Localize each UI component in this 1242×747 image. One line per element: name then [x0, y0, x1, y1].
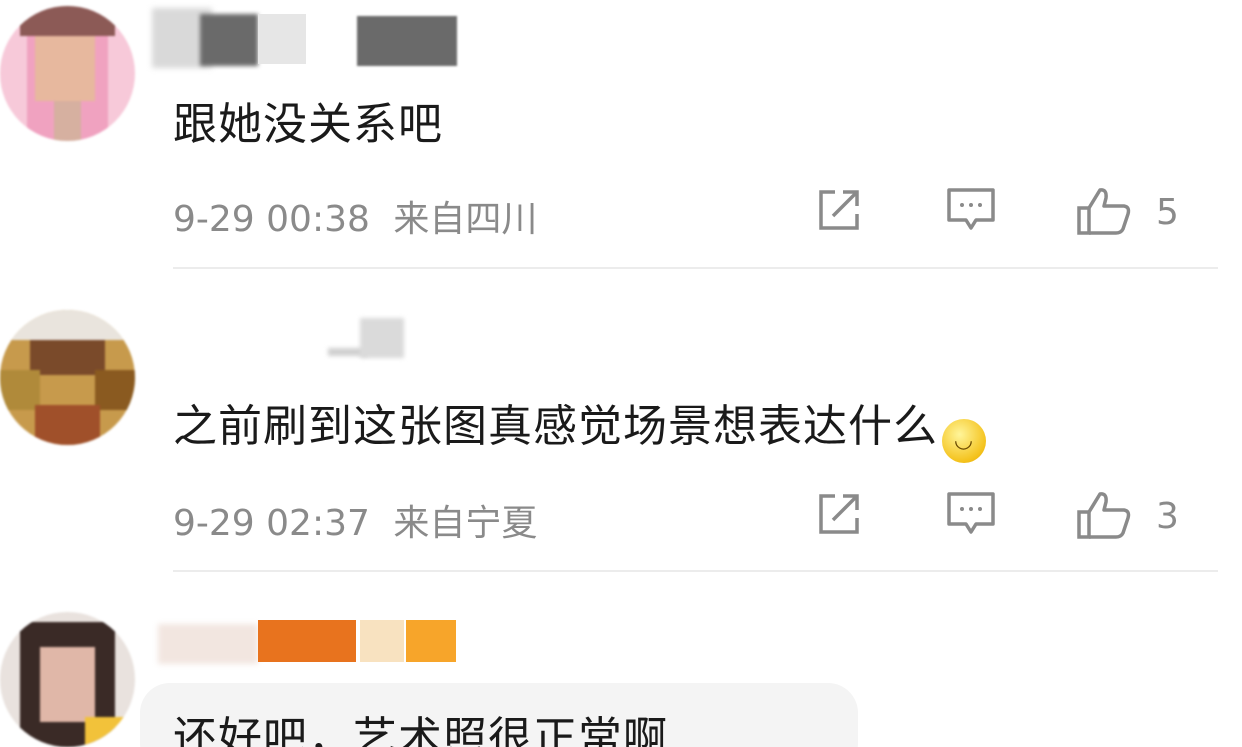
share-icon[interactable] [815, 186, 863, 234]
comment-text: 跟她没关系吧 [173, 99, 443, 150]
comment-icon[interactable] [946, 490, 996, 538]
comment-time: 9-29 00:38 [173, 199, 370, 240]
avatar[interactable] [0, 612, 135, 747]
avatar[interactable] [0, 310, 135, 445]
badge-redacted [258, 620, 356, 662]
comment-text: 之前刷到这张图真感觉场景想表达什么 ◡ [173, 390, 986, 463]
comment-location: 来自宁夏 [393, 503, 538, 544]
badge-redacted [357, 16, 457, 66]
like-count: 5 [1156, 192, 1179, 233]
smile-emoji: ◡ [942, 419, 986, 463]
username-redacted [258, 14, 306, 64]
comment-meta: 9-29 02:37 来自宁夏 [173, 494, 537, 546]
divider [173, 570, 1218, 572]
like-count: 3 [1156, 496, 1179, 537]
comment-time: 9-29 02:37 [173, 503, 370, 544]
comment-location: 来自四川 [393, 199, 538, 240]
comment-feed: 跟她没关系吧 9-29 00:38 来自四川 5 之前刷到这张图真感觉场景想表达… [0, 0, 1242, 747]
badge-redacted [406, 620, 456, 662]
divider [173, 267, 1218, 269]
username-redacted[interactable] [360, 318, 404, 358]
badge-redacted [360, 620, 404, 662]
username-redacted[interactable] [158, 624, 258, 664]
avatar[interactable] [0, 6, 135, 141]
share-icon[interactable] [815, 490, 863, 538]
like-icon[interactable] [1076, 186, 1132, 236]
comment-meta: 9-29 00:38 来自四川 [173, 190, 537, 242]
like-icon[interactable] [1076, 490, 1132, 540]
comment-text: 还好吧，艺术照很正常啊 [173, 713, 668, 747]
username-redacted[interactable] [200, 14, 258, 66]
comment-icon[interactable] [946, 186, 996, 234]
comment-text-body: 之前刷到这张图真感觉场景想表达什么 [173, 401, 938, 452]
